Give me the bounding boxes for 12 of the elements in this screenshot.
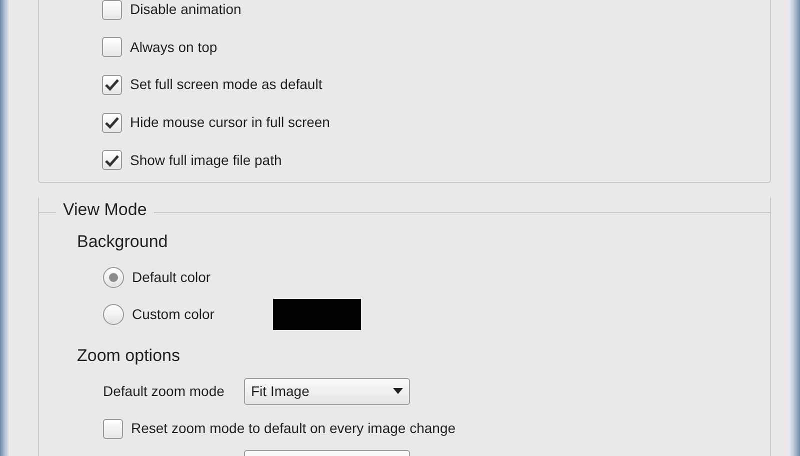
checkbox-label: Reset zoom mode to default on every image change: [131, 419, 456, 438]
checkbox-label: Always on top: [130, 38, 218, 57]
field-label: Default zoom mode: [103, 382, 226, 401]
zoom-mode-dropdown[interactable]: Fit Image: [244, 378, 410, 405]
checkbox-label: Set full screen mode as default: [130, 75, 322, 94]
section-heading: Zoom options: [77, 345, 181, 368]
radio-label: Custom color: [132, 304, 216, 324]
radio-label: Default color: [132, 268, 212, 287]
checkbox-label: Show full image file path: [130, 150, 282, 170]
section-heading: Background: [77, 231, 169, 254]
checkbox-label: Hide mouse cursor in full screen: [130, 113, 330, 132]
checkbox-label: Disable animation: [130, 0, 242, 20]
